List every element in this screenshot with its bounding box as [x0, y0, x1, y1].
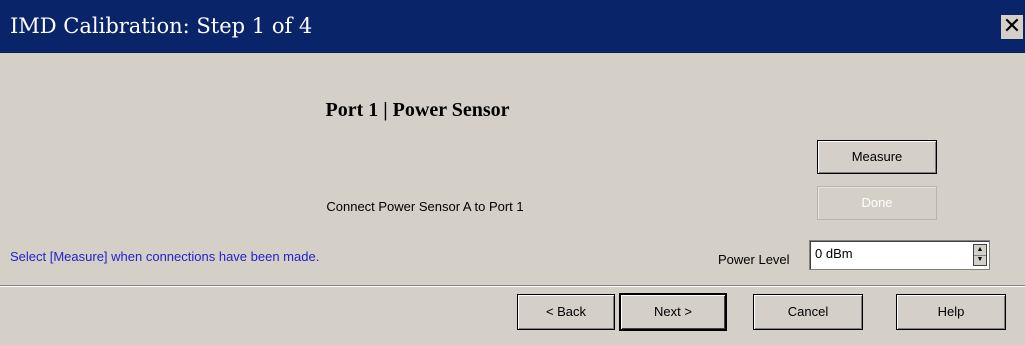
power-level-input[interactable]	[815, 246, 965, 261]
back-button[interactable]: < Back	[517, 294, 615, 330]
step-heading: Port 1 | Power Sensor	[325, 99, 510, 121]
power-level-field[interactable]: ▲ ▼	[809, 240, 990, 270]
power-level-spinner[interactable]: ▲ ▼	[973, 244, 987, 266]
measure-button[interactable]: Measure	[817, 140, 937, 174]
power-level-label: Power Level	[718, 252, 790, 267]
instruction-text: Connect Power Sensor A to Port 1	[326, 199, 524, 214]
cancel-button[interactable]: Cancel	[753, 294, 863, 330]
footer-divider	[0, 285, 1025, 287]
next-button[interactable]: Next >	[620, 294, 726, 330]
done-button[interactable]: Done	[817, 186, 937, 220]
imd-calibration-dialog: IMD Calibration: Step 1 of 4 ✕ Port 1 | …	[0, 0, 1025, 345]
title-bar: IMD Calibration: Step 1 of 4 ✕	[0, 0, 1025, 53]
close-icon[interactable]: ✕	[1001, 15, 1023, 39]
window-title: IMD Calibration: Step 1 of 4	[10, 14, 313, 38]
hint-text: Select [Measure] when connections have b…	[10, 249, 320, 264]
spin-down-icon[interactable]: ▼	[974, 255, 986, 265]
help-button[interactable]: Help	[896, 294, 1006, 330]
